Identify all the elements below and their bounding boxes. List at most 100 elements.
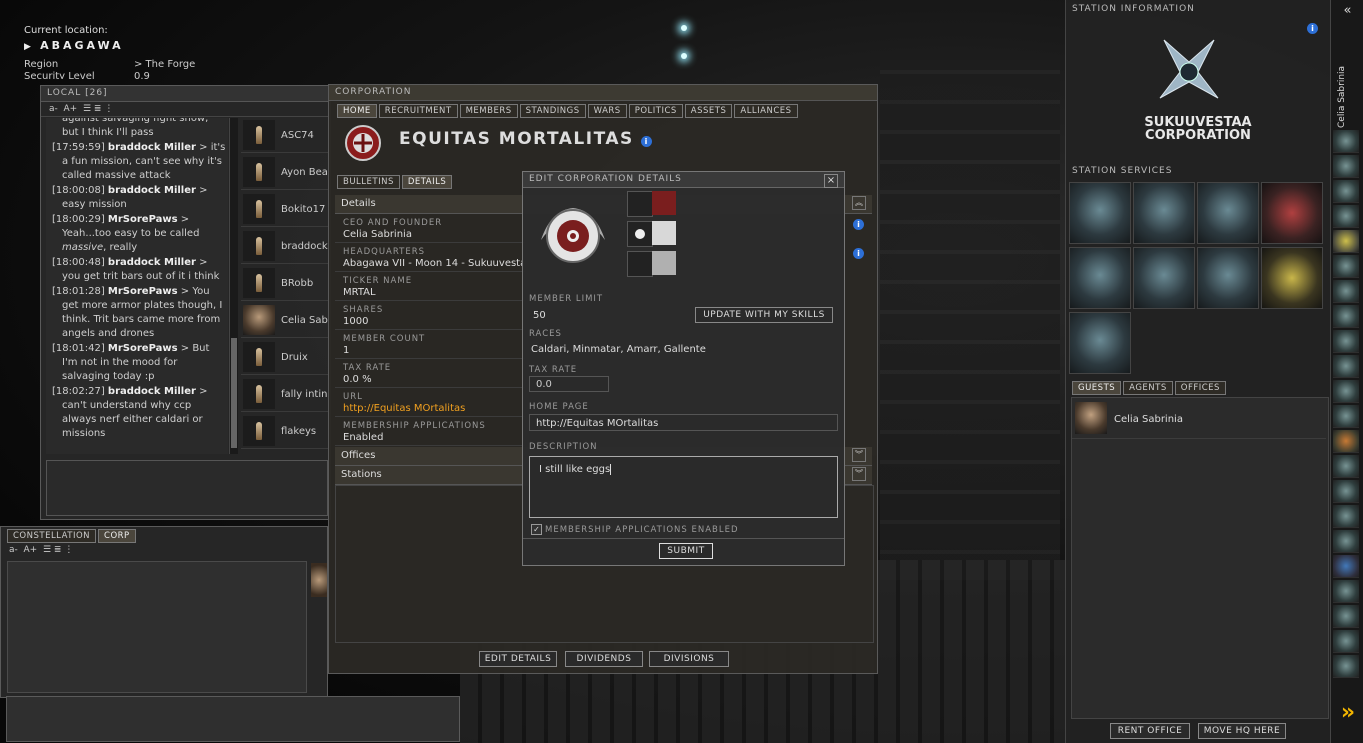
tab-alliances[interactable]: ALLIANCES bbox=[734, 104, 798, 118]
hq-info-icon[interactable]: i bbox=[853, 248, 864, 259]
map-icon[interactable] bbox=[1333, 330, 1359, 353]
corporation-icon[interactable] bbox=[1333, 355, 1359, 378]
tab-standings[interactable]: STANDINGS bbox=[519, 104, 586, 118]
local-chat-title[interactable]: LOCAL [26] bbox=[41, 86, 330, 102]
tab-agents[interactable]: AGENTS bbox=[1123, 381, 1173, 395]
member-row[interactable]: Bokito17 bbox=[241, 192, 329, 227]
member-row[interactable]: Celia Sab bbox=[241, 303, 329, 338]
view-compact-icon[interactable]: ≣ bbox=[54, 545, 62, 555]
member-row[interactable]: Druix bbox=[241, 340, 329, 375]
rent-office-button[interactable]: RENT OFFICE bbox=[1110, 723, 1190, 739]
tab-members[interactable]: MEMBERS bbox=[459, 104, 518, 118]
font-larger-button[interactable]: A+ bbox=[64, 104, 78, 114]
fitting-icon[interactable] bbox=[1069, 312, 1131, 374]
close-icon[interactable]: × bbox=[824, 174, 838, 188]
log-icon[interactable] bbox=[1333, 505, 1359, 528]
tab-politics[interactable]: POLITICS bbox=[628, 104, 683, 118]
dividends-button[interactable]: DIVIDENDS bbox=[565, 651, 643, 667]
view-details-icon[interactable]: ⋮ bbox=[104, 104, 113, 114]
journal-icon[interactable] bbox=[1333, 305, 1359, 328]
tab-home[interactable]: HOME bbox=[337, 104, 377, 118]
guest-row[interactable]: Celia Sabrinia bbox=[1072, 398, 1326, 439]
move-hq-here-button[interactable]: MOVE HQ HERE bbox=[1198, 723, 1286, 739]
logo-color-1-swatch[interactable] bbox=[652, 191, 676, 215]
security-office-icon[interactable] bbox=[1197, 182, 1259, 244]
view-compact-icon[interactable]: ≣ bbox=[94, 104, 102, 114]
logo-color-3-swatch[interactable] bbox=[652, 251, 676, 275]
contracts-icon[interactable] bbox=[1333, 430, 1359, 453]
member-row[interactable]: Ayon Bea bbox=[241, 155, 329, 190]
expand-icon[interactable]: ︾ bbox=[852, 448, 866, 462]
notepad-icon[interactable] bbox=[1333, 230, 1359, 253]
view-details-icon[interactable]: ⋮ bbox=[64, 545, 73, 555]
character-name[interactable]: Celia Sabrinia bbox=[1337, 48, 1357, 128]
submit-button[interactable]: SUBMIT bbox=[659, 543, 713, 559]
channels-icon[interactable] bbox=[1333, 530, 1359, 553]
edit-details-button[interactable]: EDIT DETAILS bbox=[479, 651, 557, 667]
character-customization-icon[interactable] bbox=[1261, 182, 1323, 244]
collapse-icon[interactable]: ︽ bbox=[852, 196, 866, 210]
expand-sidebar-icon[interactable]: » bbox=[1334, 700, 1362, 740]
member-row[interactable]: flakeys bbox=[241, 414, 329, 449]
home-page-input[interactable]: http://Equitas MOrtalitas bbox=[529, 414, 838, 431]
mail-icon[interactable] bbox=[1333, 180, 1359, 203]
view-list-icon[interactable]: ☰ bbox=[43, 545, 51, 555]
ship-icon[interactable] bbox=[1333, 455, 1359, 478]
assets-icon[interactable] bbox=[1333, 205, 1359, 228]
tutorial-icon[interactable] bbox=[1333, 580, 1359, 603]
tab-wars[interactable]: WARS bbox=[587, 104, 627, 118]
corporation-logo-preview[interactable] bbox=[531, 200, 615, 272]
local-chat-window[interactable]: LOCAL [26] a- A+ ☰ ≣ ⋮ against salvaging… bbox=[40, 85, 331, 520]
corp-member-avatar[interactable] bbox=[311, 563, 327, 597]
quit-icon[interactable] bbox=[1333, 655, 1359, 678]
tab-corp[interactable]: CORP bbox=[98, 529, 136, 543]
update-with-my-skills-button[interactable]: UPDATE WITH MY SKILLS bbox=[695, 307, 833, 323]
logo-shape-2-icon[interactable] bbox=[627, 221, 653, 247]
tab-details[interactable]: DETAILS bbox=[401, 175, 453, 189]
description-textarea[interactable]: I still like eggs bbox=[529, 456, 838, 518]
ceo-info-icon[interactable]: i bbox=[853, 219, 864, 230]
tab-bulletins[interactable]: BULLETINS bbox=[337, 175, 400, 189]
font-smaller-button[interactable]: a- bbox=[49, 104, 58, 114]
info-icon[interactable]: i bbox=[641, 136, 653, 147]
tab-offices[interactable]: OFFICES bbox=[1174, 381, 1226, 395]
science-icon[interactable] bbox=[1333, 380, 1359, 403]
chat-scroll-thumb[interactable] bbox=[231, 338, 237, 448]
view-list-icon[interactable]: ☰ bbox=[83, 104, 91, 114]
corp-chat-window[interactable]: CONSTELLATION CORP a- A+ ☰ ≣ ⋮ bbox=[0, 526, 328, 698]
logo-color-2-swatch[interactable] bbox=[652, 221, 676, 245]
edit-corporation-dialog[interactable]: EDIT CORPORATION DETAILS × MEMBER LIMIT … bbox=[522, 171, 845, 566]
expand-icon[interactable]: ︾ bbox=[852, 467, 866, 481]
region-value[interactable]: > The Forge bbox=[134, 59, 195, 70]
collapse-sidebar-icon[interactable]: « bbox=[1331, 3, 1363, 18]
insurance-icon[interactable] bbox=[1197, 247, 1259, 309]
edit-dialog-title[interactable]: EDIT CORPORATION DETAILS bbox=[523, 172, 844, 188]
settings-icon[interactable] bbox=[1333, 630, 1359, 653]
station-information-title[interactable]: STATION INFORMATION bbox=[1066, 0, 1330, 17]
repair-shop-icon[interactable] bbox=[1133, 182, 1195, 244]
tax-rate-input[interactable]: 0.0 bbox=[529, 376, 609, 392]
help-icon[interactable] bbox=[1333, 555, 1359, 578]
reprocessing-icon[interactable] bbox=[1261, 247, 1323, 309]
local-chat-input[interactable] bbox=[46, 460, 328, 516]
logo-shape-1-icon[interactable] bbox=[627, 191, 653, 217]
people-places-icon[interactable] bbox=[1333, 155, 1359, 178]
member-row[interactable]: fally intin bbox=[241, 377, 329, 412]
station-info-icon[interactable]: i bbox=[1307, 23, 1318, 34]
detail-url[interactable]: URL http://Equitas MOrtalitas bbox=[335, 388, 525, 417]
chat-scrollbar[interactable] bbox=[229, 118, 238, 454]
logo-shape-3-icon[interactable] bbox=[627, 251, 653, 277]
tab-recruitment[interactable]: RECRUITMENT bbox=[378, 104, 458, 118]
member-row[interactable]: ASC74 bbox=[241, 118, 329, 153]
browser-icon[interactable] bbox=[1333, 480, 1359, 503]
laboratory-icon[interactable] bbox=[1133, 247, 1195, 309]
tab-guests[interactable]: GUESTS bbox=[1072, 381, 1122, 395]
medical-icon[interactable] bbox=[1069, 182, 1131, 244]
market-icon[interactable] bbox=[1333, 255, 1359, 278]
system-name[interactable]: ▶ ABAGAWA bbox=[24, 39, 224, 52]
divisions-button[interactable]: DIVISIONS bbox=[649, 651, 729, 667]
character-sheet-icon[interactable] bbox=[1333, 130, 1359, 153]
corp-chat-input[interactable] bbox=[6, 696, 460, 742]
font-larger-button[interactable]: A+ bbox=[24, 545, 38, 555]
support-icon[interactable] bbox=[1333, 605, 1359, 628]
